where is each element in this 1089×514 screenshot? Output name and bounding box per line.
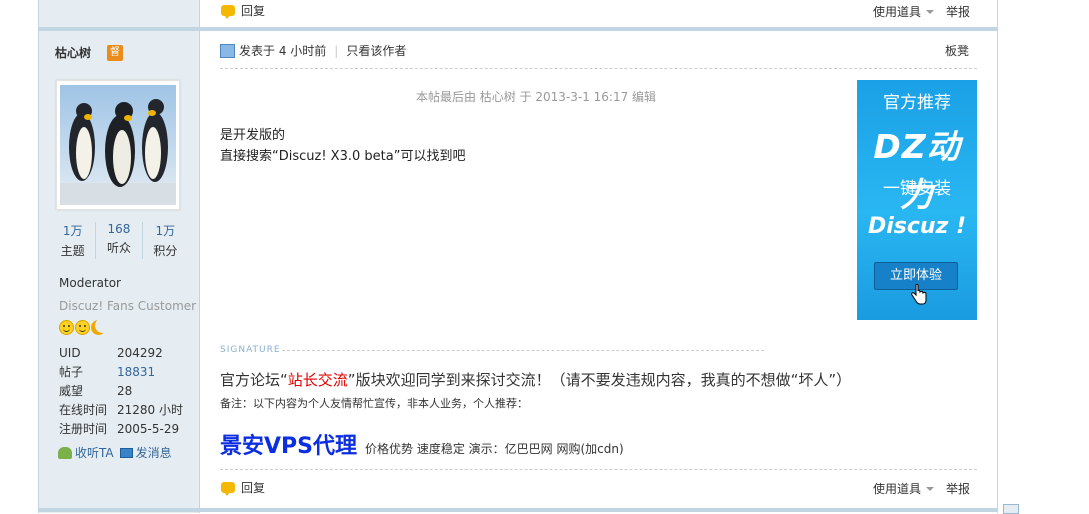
- signature-line3: 景安VPS代理 价格优势 速度稳定 演示：亿巴巴网 网购(加cdn): [220, 428, 624, 460]
- sig-text: 官方论坛“: [220, 371, 288, 389]
- use-tools-dropdown[interactable]: 使用道具: [873, 480, 935, 497]
- hand-cursor-icon: [911, 284, 927, 305]
- avatar[interactable]: [56, 80, 180, 210]
- stat-points[interactable]: 1万 积分: [141, 222, 188, 259]
- ad-banner[interactable]: 官方推荐 DZ动力 一键安装 Discuz ! 立即体验: [857, 80, 977, 320]
- only-author-link[interactable]: 只看该作者: [346, 42, 406, 59]
- ad-line3: 一键安装: [883, 179, 951, 199]
- chevron-down-icon: [926, 9, 935, 14]
- follow-icon: [58, 446, 72, 459]
- online-status-icon: [220, 43, 235, 58]
- floor-number[interactable]: 板凳: [945, 42, 969, 59]
- info-row-uid: UID 204292: [59, 343, 183, 362]
- divider: |: [334, 43, 339, 58]
- info-row-prestige: 威望 28: [59, 381, 183, 400]
- penguins-avatar-image: [60, 85, 176, 205]
- edit-note: 本帖最后由 枯心树 于 2013-3-1 16:17 编辑: [415, 90, 657, 104]
- footer-divider: [220, 469, 977, 470]
- post-content: 是开发版的 直接搜索“Discuz! X3.0 beta”可以找到吧: [220, 125, 465, 167]
- reply-icon: [221, 482, 235, 496]
- info-row-register-date: 注册时间 2005-5-29: [59, 419, 183, 438]
- use-tools-label: 使用道具: [873, 5, 922, 19]
- webmaster-forum-link[interactable]: 站长交流: [288, 371, 348, 389]
- mail-icon: [119, 447, 133, 458]
- info-key: 注册时间: [59, 422, 108, 436]
- report-label: 举报: [946, 5, 971, 19]
- stat-followers[interactable]: 168 听众: [95, 222, 141, 259]
- post-line: 是开发版的: [220, 128, 286, 143]
- level-icons: [59, 320, 106, 335]
- info-row-posts: 帖子 18831: [59, 362, 183, 381]
- report-label: 举报: [946, 482, 971, 496]
- chevron-down-icon: [926, 486, 935, 491]
- use-tools-dropdown-top[interactable]: 使用道具: [873, 3, 935, 20]
- stat-label: 积分: [153, 244, 178, 258]
- info-value: 204292: [117, 345, 163, 360]
- reply-label: 回复: [241, 481, 266, 495]
- author-stats: 1万 主题 168 听众 1万 积分: [50, 222, 188, 259]
- user-group[interactable]: Moderator: [59, 276, 121, 290]
- report-link-top[interactable]: 举报: [946, 3, 970, 20]
- follow-button[interactable]: 收听TA: [58, 444, 114, 461]
- ad-line2: DZ动力: [873, 127, 961, 214]
- stat-value: 1万: [62, 224, 83, 238]
- info-key: 威望: [59, 384, 84, 398]
- posts-count-link[interactable]: 18831: [117, 365, 155, 379]
- info-row-online-time: 在线时间 21280 小时: [59, 400, 183, 419]
- author-info: UID 204292 帖子 18831 威望 28 在线时间 21280 小时 …: [59, 343, 183, 438]
- sig-text: ”版块欢迎同学到来探讨交流！（请不要发违规内容，我真的不想做“坏人”）: [347, 371, 852, 389]
- stat-threads[interactable]: 1万 主题: [50, 222, 95, 259]
- stat-value: 1万: [155, 224, 176, 238]
- reply-button[interactable]: 回复: [221, 479, 265, 496]
- info-value: 2005-5-29: [117, 421, 180, 436]
- send-message-button[interactable]: 发消息: [119, 444, 172, 461]
- sun-level-icon: [59, 320, 74, 335]
- follow-label: 收听TA: [75, 446, 114, 460]
- post-line: 直接搜索“Discuz! X3.0 beta”可以找到吧: [220, 149, 466, 164]
- message-label: 发消息: [135, 446, 172, 460]
- sun-level-icon: [75, 320, 90, 335]
- header-divider: [220, 68, 977, 69]
- reply-label: 回复: [241, 4, 266, 18]
- stat-label: 主题: [60, 244, 85, 258]
- reply-icon: [221, 5, 235, 19]
- moderator-badge-icon: 督: [107, 45, 123, 61]
- info-key: UID: [59, 345, 81, 360]
- reply-button-top[interactable]: 回复: [221, 2, 265, 19]
- info-key: 在线时间: [59, 403, 108, 417]
- post-time: 发表于 4 小时前: [239, 44, 327, 58]
- ad-line4: Discuz !: [867, 214, 967, 239]
- author-actions: 收听TA 发消息: [58, 444, 172, 461]
- signature-line2: 备注：以下内容为个人友情帮忙宣传，非本人业务，个人推荐：: [220, 397, 528, 410]
- post-separator-bottom: [39, 508, 997, 512]
- info-key: 帖子: [59, 365, 84, 379]
- signature-label: SIGNATURE: [220, 345, 281, 355]
- vps-agent-link[interactable]: 景安VPS代理: [220, 428, 357, 460]
- moon-level-icon: [91, 320, 106, 335]
- info-value: 28: [117, 383, 133, 398]
- info-value: 21280 小时: [117, 403, 183, 417]
- author-name[interactable]: 枯心树: [55, 44, 91, 61]
- frame-right-border: [997, 0, 998, 513]
- sig-ad-text[interactable]: 价格优势 速度稳定 演示：亿巴巴网 网购(加cdn): [365, 440, 624, 457]
- use-tools-label: 使用道具: [873, 482, 922, 496]
- ad-line1: 官方推荐: [883, 93, 951, 113]
- report-link[interactable]: 举报: [946, 480, 970, 497]
- stat-value: 168: [107, 222, 131, 236]
- signature-line1: 官方论坛“站长交流”版块欢迎同学到来探讨交流！（请不要发违规内容，我真的不想做“…: [220, 369, 851, 390]
- custom-title: Discuz! Fans Customer: [59, 299, 197, 313]
- stat-label: 听众: [106, 241, 131, 255]
- post-header: 发表于 4 小时前 | 只看该作者: [220, 42, 406, 59]
- signature-divider: [282, 350, 764, 351]
